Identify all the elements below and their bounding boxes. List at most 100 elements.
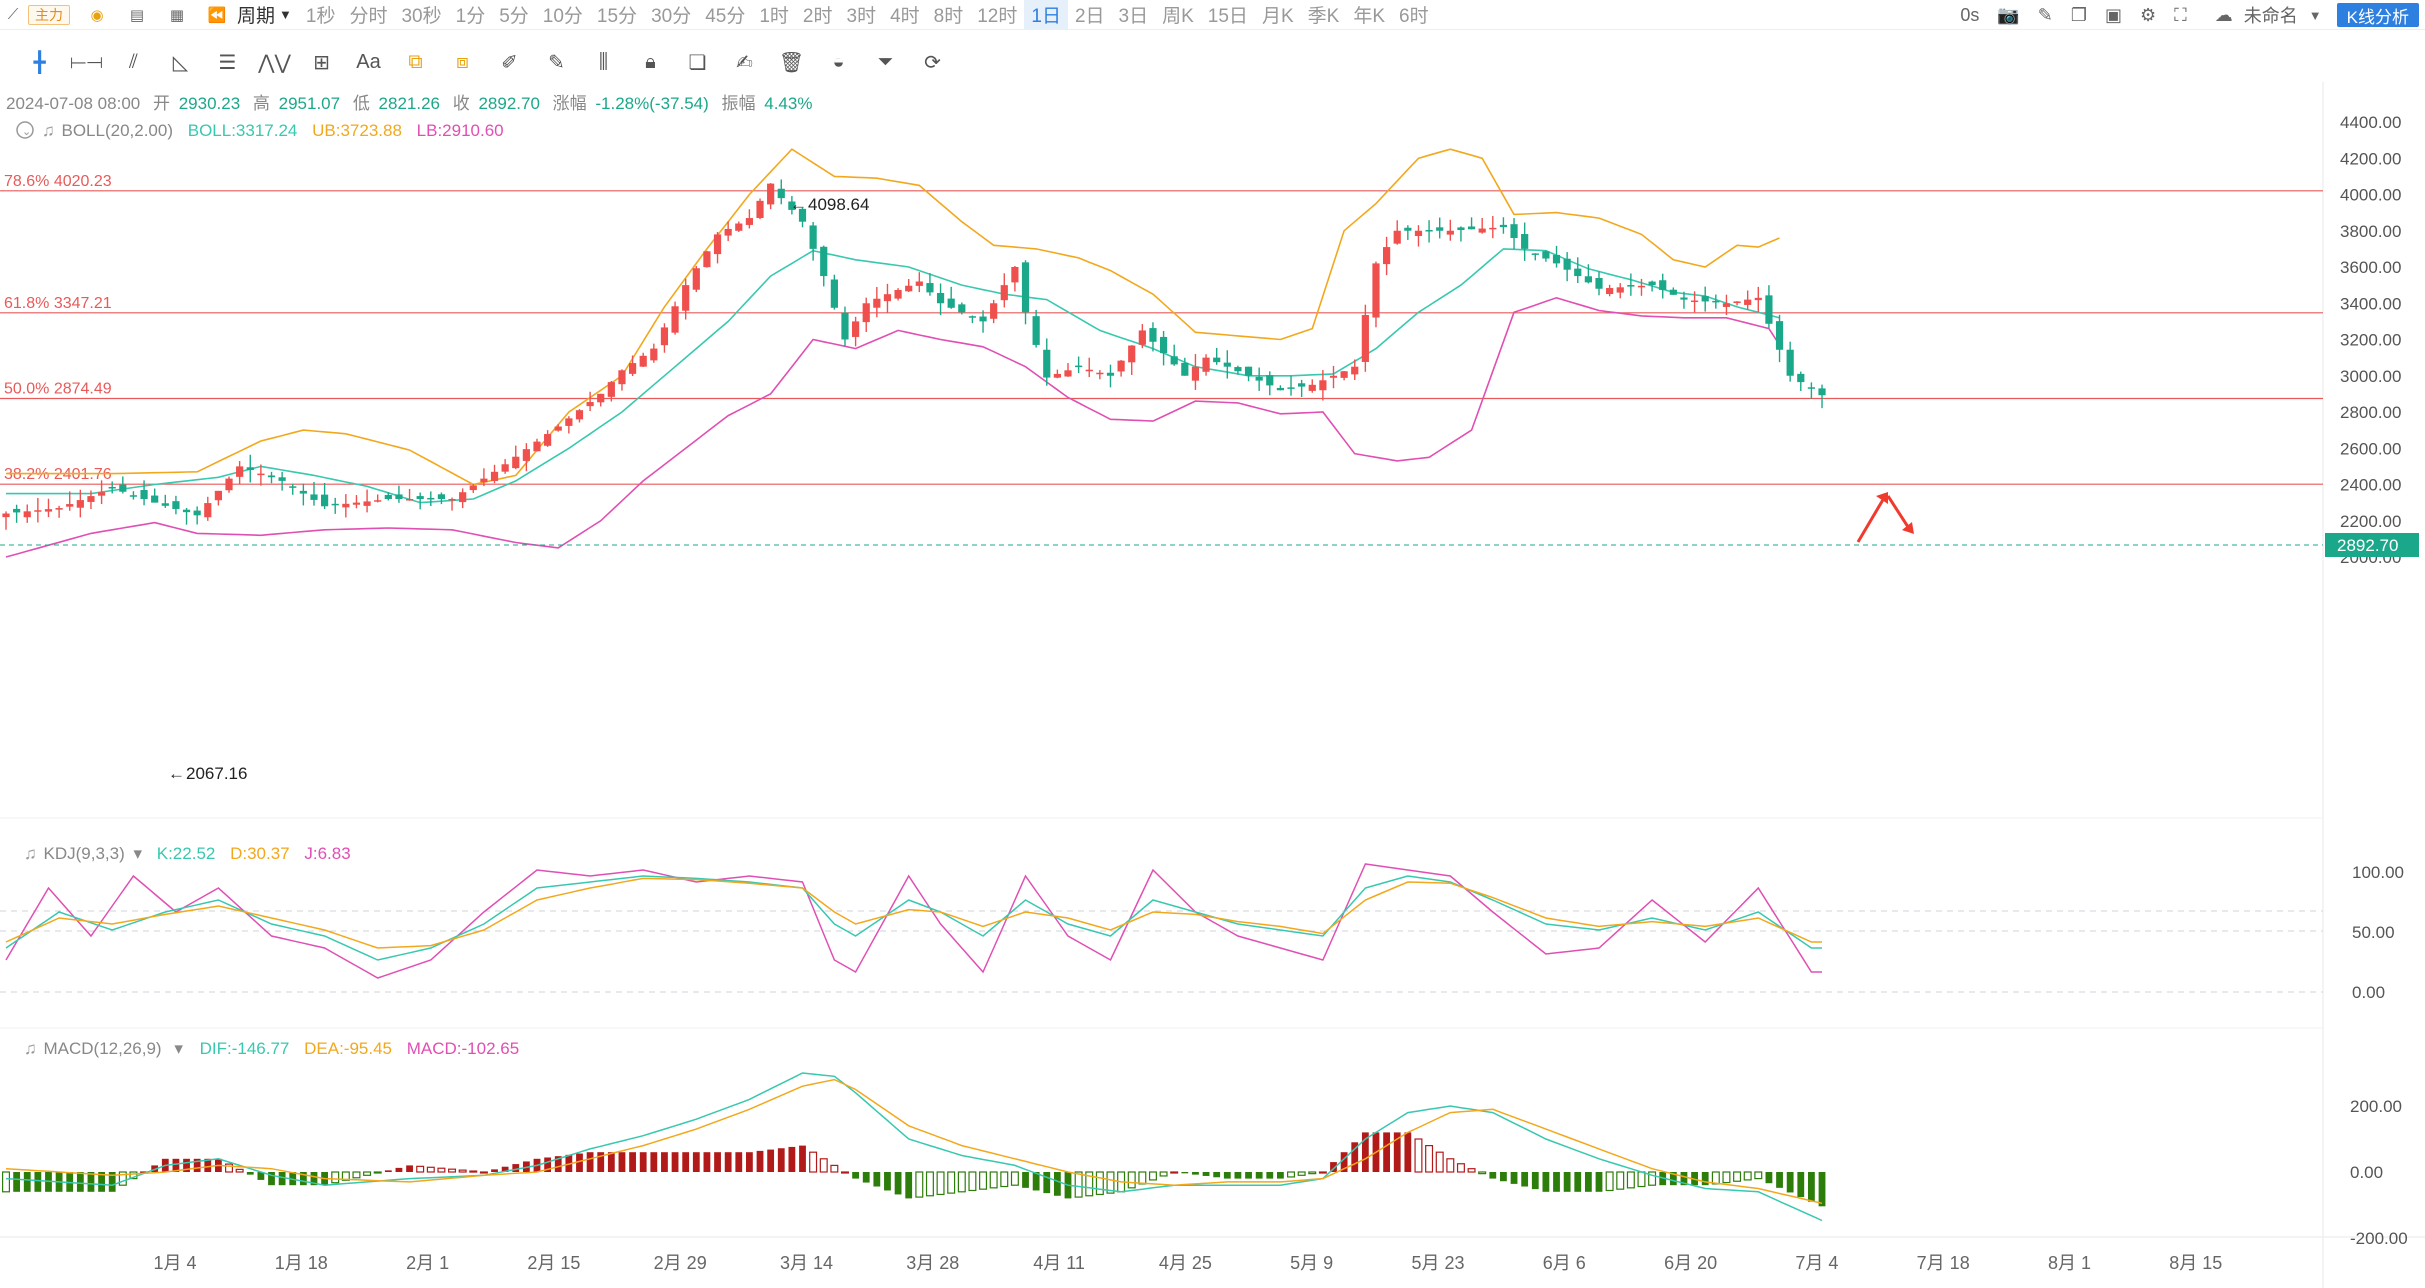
macd-bar [852, 1172, 859, 1179]
macd-bar [618, 1152, 626, 1172]
period-0[interactable]: 1秒 [299, 0, 343, 30]
candle-body [586, 402, 594, 407]
forecast-arrow [1856, 492, 1914, 543]
layout-name[interactable]: 未命名 [2242, 2, 2300, 28]
chevron-down-icon[interactable]: ▾ [174, 1039, 183, 1058]
period-6[interactable]: 15分 [590, 0, 644, 30]
price-tick: 3000.00 [2340, 367, 2401, 386]
candle-body [1319, 380, 1327, 391]
trash-icon[interactable]: 🗑︎ [768, 44, 815, 80]
copy-icon[interactable]: ❏ [674, 44, 721, 80]
candle-body [193, 510, 201, 516]
period-8[interactable]: 45分 [698, 0, 752, 30]
candle-body [660, 327, 669, 346]
macd-bar [1489, 1172, 1497, 1179]
period-20[interactable]: 月K [1255, 0, 1301, 30]
chevron-down-icon[interactable]: ▾ [133, 844, 142, 863]
macd-bar [1170, 1171, 1179, 1174]
macd-bar [34, 1172, 42, 1192]
chevron-down-icon[interactable]: ▼ [2300, 8, 2331, 23]
macd-bar [682, 1152, 690, 1172]
copy-window-icon[interactable]: ❐ [2062, 5, 2096, 26]
period-21[interactable]: 季K [1301, 0, 1347, 30]
price-axis[interactable]: 4400.00 4200.00 4000.00 3800.00 3600.00 3400.… [2340, 113, 2401, 567]
fullscreen-icon[interactable]: ⛶ [2165, 5, 2196, 26]
calendar-icon[interactable]: ▤ [124, 0, 150, 30]
candle-body [299, 490, 307, 494]
chart-area[interactable]: 2024-07-08 08:00 开 2930.23 高 2951.07 低 2… [0, 82, 2425, 1288]
period-11[interactable]: 3时 [840, 0, 884, 30]
candles-icon[interactable]: ⫼ [580, 44, 627, 80]
kdj-legend[interactable]: ♫ KDJ(9,3,3) ▾ K:22.52 D:30.37 J:6.83 [24, 844, 351, 863]
period-16[interactable]: 2日 [1068, 0, 1112, 30]
macd-legend[interactable]: ♫ MACD(12,26,9) ▾ DIF:-146.77 DEA:-95.45… [24, 1039, 519, 1058]
text-tool[interactable]: Aa [345, 44, 392, 80]
measure-icon[interactable]: ⊞ [298, 44, 345, 80]
kline-analysis-button[interactable]: K线分析 [2336, 3, 2419, 27]
ohlc-high-label: 高 [253, 94, 270, 113]
candle-body [1669, 289, 1677, 295]
pencil-icon[interactable]: ✎ [2029, 5, 2062, 26]
layout-icon[interactable]: ▦ [164, 0, 190, 30]
brush-icon[interactable]: ✎ [533, 44, 580, 80]
cloud-icon[interactable]: ☁ [2206, 5, 2242, 26]
candle-body [1128, 345, 1136, 363]
price-tick: 4400.00 [2340, 113, 2401, 132]
coin-icon[interactable]: ◉ [84, 0, 110, 30]
period-23[interactable]: 6时 [1392, 0, 1436, 30]
period-22[interactable]: 年K [1346, 0, 1392, 30]
period-12[interactable]: 4时 [883, 0, 927, 30]
period-17[interactable]: 3日 [1112, 0, 1156, 30]
trend-lines-icon[interactable]: ⫽ [110, 44, 157, 80]
period-10[interactable]: 2时 [796, 0, 840, 30]
chart-type-icon[interactable]: ⟋ [0, 0, 26, 30]
refresh-icon[interactable]: ⟳ [909, 44, 956, 80]
macd-bar [905, 1172, 913, 1199]
period-7[interactable]: 30分 [644, 0, 698, 30]
period-1[interactable]: 分时 [342, 0, 394, 30]
horizontal-line-icon[interactable]: ⟝⟞ [63, 44, 110, 80]
date-axis[interactable]: 1月 4 1月 18 2月 1 2月 15 2月 29 3月 14 3月 28 4月 11 4月… [153, 1253, 2222, 1273]
lock-icon[interactable]: 🔒︎ [627, 44, 674, 80]
macd-bar [735, 1152, 743, 1172]
wave-icon[interactable]: ⋀⋁ [251, 44, 298, 80]
fib-fan-icon[interactable]: ⧈ [439, 44, 486, 80]
candle-body [1340, 371, 1348, 378]
kdj-tick: 50.00 [2352, 923, 2395, 942]
boll-legend[interactable]: ⌄ ♫ BOLL(20,2.00) BOLL:3317.24 UB:3723.8… [16, 121, 504, 140]
period-13[interactable]: 8时 [927, 0, 971, 30]
candle-body [533, 441, 541, 452]
main-force-badge[interactable]: 主力 [28, 4, 70, 25]
edit-icon[interactable]: ✍ [721, 44, 768, 80]
period-4[interactable]: 5分 [492, 0, 536, 30]
macd-bar [692, 1152, 700, 1172]
macd-bar [1287, 1171, 1296, 1178]
angle-icon[interactable]: ◺ [157, 44, 204, 80]
replay-icon[interactable]: ⏪ [204, 0, 230, 30]
camera-icon[interactable]: 📷 [1988, 5, 2028, 26]
period-3[interactable]: 1分 [449, 0, 493, 30]
filter-icon[interactable]: ⏷ [862, 44, 909, 80]
period-5[interactable]: 10分 [536, 0, 590, 30]
ohlc-high: 2951.07 [279, 94, 340, 113]
magnet-icon[interactable]: ◒ [815, 44, 862, 80]
pen-icon[interactable]: ✐ [486, 44, 533, 80]
period-18[interactable]: 周K [1155, 0, 1201, 30]
fib-icon[interactable]: ⧉ [392, 44, 439, 80]
candle-body [1648, 281, 1656, 286]
period-dropdown[interactable]: 周期 ▼ [230, 0, 299, 30]
parallel-channel-icon[interactable]: ☰ [204, 44, 251, 80]
period-14[interactable]: 12时 [970, 0, 1024, 30]
candle-body [1255, 376, 1263, 381]
period-19[interactable]: 15日 [1201, 0, 1255, 30]
candle-body [459, 492, 467, 503]
period-9[interactable]: 1时 [752, 0, 796, 30]
save-icon[interactable]: ▣ [2096, 5, 2131, 26]
period-2[interactable]: 30秒 [394, 0, 448, 30]
gear-icon[interactable]: ⚙ [2131, 5, 2165, 26]
crosshair-icon[interactable]: ╋ [16, 44, 63, 80]
macd-bar [1022, 1172, 1029, 1188]
period-15[interactable]: 1日 [1024, 0, 1068, 30]
macd-name: MACD(12,26,9) [43, 1039, 161, 1058]
candle-body [926, 283, 934, 293]
